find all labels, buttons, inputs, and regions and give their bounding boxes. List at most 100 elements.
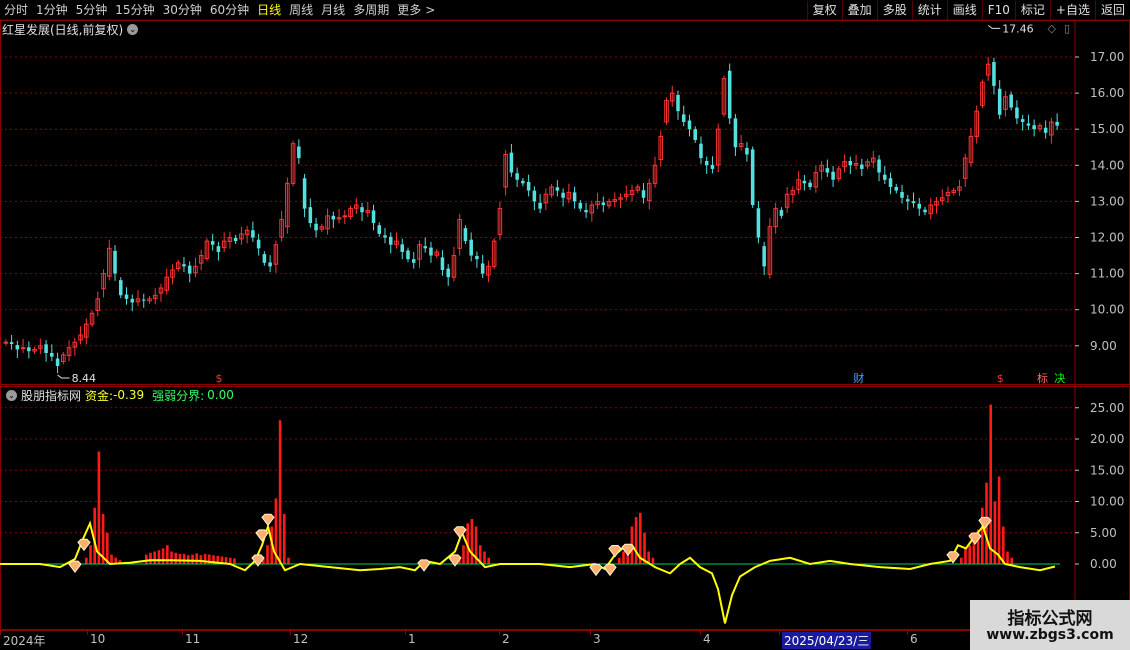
toolbar-button[interactable]: 统计 <box>911 0 947 20</box>
fund-bar <box>195 553 198 564</box>
candle-body <box>917 203 922 209</box>
period-tab[interactable]: 5分钟 <box>72 0 112 20</box>
fund-bar <box>470 519 474 564</box>
toolbar-buttons: 复权 叠加 多股 统计 画线 F10 标记 +自选 返回 <box>806 0 1130 20</box>
period-tab[interactable]: 1分钟 <box>32 0 72 20</box>
candle-body <box>50 353 54 357</box>
candle-body <box>406 250 410 260</box>
fund-bar <box>145 554 148 564</box>
candle-body <box>905 199 910 202</box>
period-tab[interactable]: 分时 <box>0 0 32 20</box>
candle-body <box>9 342 14 344</box>
fund-bar <box>170 551 173 564</box>
fund-bar <box>199 555 203 564</box>
panel-icons: ◇ ▯ <box>1047 22 1070 35</box>
toolbar-button[interactable]: 画线 <box>946 0 982 20</box>
candle-body <box>1020 119 1025 122</box>
date-label: 6 <box>910 632 918 646</box>
candle-body <box>877 159 881 173</box>
candle-body <box>762 246 766 267</box>
candle-body <box>233 237 238 242</box>
fund-line <box>0 520 1056 624</box>
candle-body <box>429 247 433 256</box>
period-tab[interactable]: 日线 <box>253 0 285 20</box>
candle-body <box>750 149 755 206</box>
indicator-chart[interactable]: 0.00 5.00 10.00 15.00 20.00 25.00 <box>0 386 1130 630</box>
date-label: 12 <box>293 632 309 646</box>
fund-bar <box>278 420 282 564</box>
fund-bar <box>989 404 992 564</box>
fund-label: 资金: <box>85 388 114 403</box>
candle-body <box>521 180 525 184</box>
divider-label: 强弱分界: <box>152 388 205 403</box>
date-label: 2 <box>502 632 510 646</box>
dropdown-chevron-icon[interactable]: ⌄ <box>127 23 139 35</box>
date-tick <box>87 631 88 635</box>
candlestick-chart[interactable]: 9.00 10.00 11.00 12.00 13.00 14.00 15.00 16.00 1… <box>0 20 1130 385</box>
toolbar-button[interactable]: 复权 <box>806 0 842 20</box>
candle-body <box>572 192 577 202</box>
window-icon[interactable]: ▯ <box>1064 22 1070 35</box>
candle-body <box>745 147 749 155</box>
candle-body <box>710 164 715 169</box>
toolbar-button[interactable]: 标记 <box>1014 0 1050 20</box>
toolbar-button[interactable]: +自选 <box>1049 0 1095 20</box>
candle-body <box>992 62 996 86</box>
dropdown-chevron-icon[interactable]: ⌄ <box>6 389 17 401</box>
watermark-logo: 指标公式网 www.zbgs3.com <box>970 600 1130 650</box>
diamond-icon[interactable]: ◇ <box>1047 22 1055 35</box>
indicator-tick-label: 20.00 <box>1090 432 1124 446</box>
indicator-title: ⌄ 股朋指标网 资金: -0.39 强弱分界: 0.00 <box>2 388 234 403</box>
indicator-name: 股朋指标网 <box>21 388 82 403</box>
date-tick <box>499 631 500 635</box>
period-tab[interactable]: 多周期 <box>349 0 393 20</box>
panel-border <box>0 386 1130 630</box>
candle-body <box>681 114 686 122</box>
fund-bar <box>487 557 490 564</box>
toolbar-button[interactable]: F10 <box>981 0 1015 20</box>
candle-body <box>331 215 336 220</box>
date-tick <box>405 631 406 635</box>
annotation-label: 8.44 <box>72 372 97 385</box>
toolbar-button[interactable]: 叠加 <box>841 0 877 20</box>
date-label: 3 <box>593 632 601 646</box>
candle-body <box>15 345 20 350</box>
candle-body <box>400 244 405 252</box>
candle-body <box>141 299 146 301</box>
candle-body <box>808 182 812 187</box>
candle-body <box>509 152 514 173</box>
fund-bar <box>283 514 286 564</box>
annotation-pointer <box>57 374 70 379</box>
panel-border <box>0 20 1130 385</box>
candle-body <box>314 223 318 231</box>
period-tab[interactable]: 月线 <box>317 0 349 20</box>
fund-bar <box>157 550 161 564</box>
price-tick-label: 16.00 <box>1090 86 1124 100</box>
candle-body <box>262 254 267 263</box>
candle-body <box>911 201 916 204</box>
candle-body <box>997 88 1002 115</box>
candle-body <box>388 236 393 245</box>
fund-bar <box>634 517 638 564</box>
fund-bar <box>483 551 486 564</box>
period-tab[interactable]: 更多 <box>393 0 425 20</box>
more-arrow-icon[interactable]: > <box>425 0 439 20</box>
indicator-panel[interactable]: 0.00 5.00 10.00 15.00 20.00 25.00 ⌄ 股朋指标网 资金:… <box>0 386 1130 630</box>
candle-body <box>308 207 313 224</box>
candle-body <box>555 187 560 191</box>
toolbar-button[interactable]: 返回 <box>1094 0 1130 20</box>
candle-body <box>1043 127 1048 133</box>
fund-bar <box>964 548 967 564</box>
price-panel[interactable]: 9.00 10.00 11.00 12.00 13.00 14.00 15.00 16.00 1… <box>0 20 1130 385</box>
candle-body <box>210 241 215 245</box>
period-tab[interactable]: 30分钟 <box>159 0 206 20</box>
candle-body <box>113 250 117 274</box>
date-tick <box>590 631 591 635</box>
indicator-tick-label: 10.00 <box>1090 495 1124 509</box>
period-tab[interactable]: 60分钟 <box>206 0 253 20</box>
fund-bar <box>149 552 152 564</box>
period-tab[interactable]: 15分钟 <box>111 0 158 20</box>
toolbar-button[interactable]: 多股 <box>876 0 912 20</box>
period-tab[interactable]: 周线 <box>285 0 317 20</box>
candle-body <box>377 225 382 234</box>
